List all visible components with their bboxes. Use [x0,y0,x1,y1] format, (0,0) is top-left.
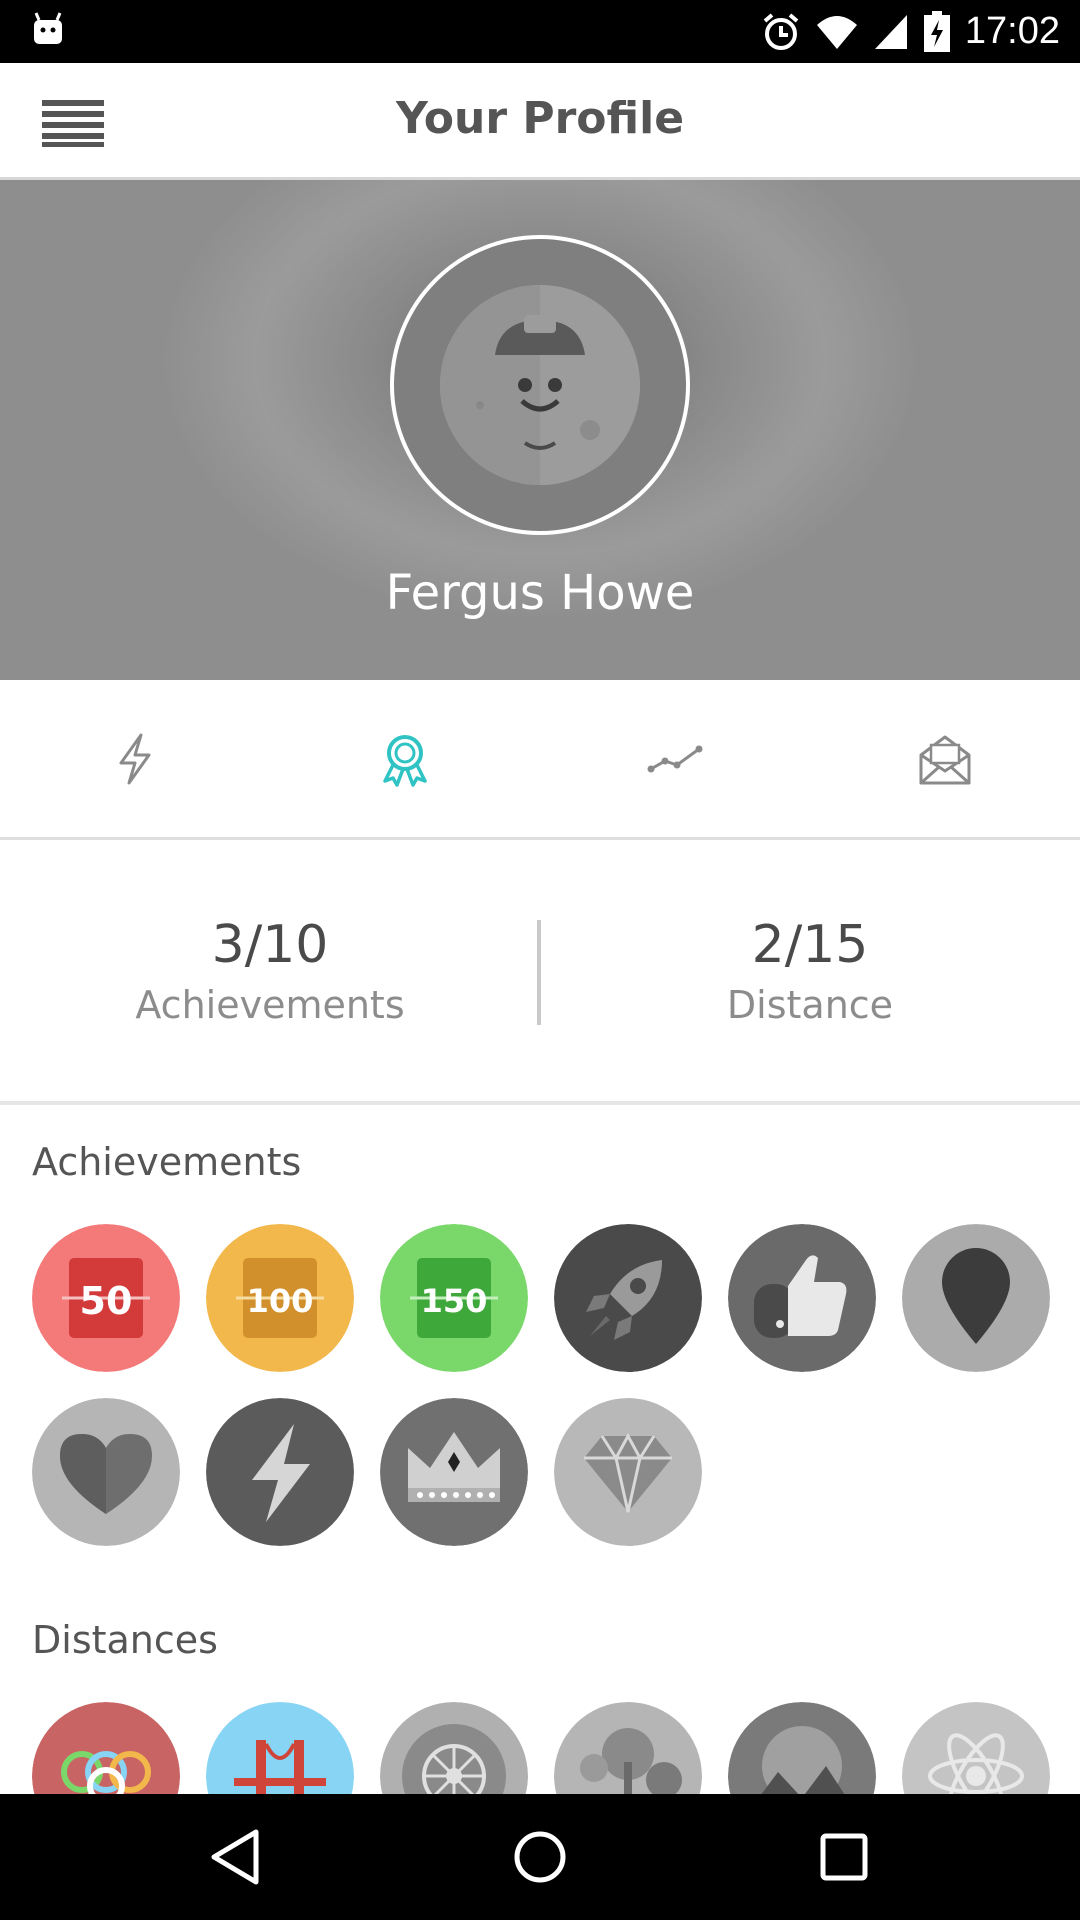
page-title: Your Profile [395,93,685,144]
system-nav-bar [0,1794,1080,1920]
wifi-icon [816,15,857,49]
tab-achievements[interactable] [270,680,540,837]
avatar-ring[interactable] [390,235,690,535]
badge-thumbs-up[interactable] [728,1224,876,1372]
tab-activity[interactable] [0,680,270,837]
app-bar: Your Profile [0,63,1080,180]
badge-steps-150[interactable]: 150 [380,1224,528,1372]
achievements-label: Achievements [135,983,405,1027]
distance-stat[interactable]: 2/15 Distance [540,915,1080,1027]
steps-150-icon: 150 [380,1224,528,1372]
battery-charging-icon [923,10,950,52]
profile-tabs [0,680,1080,840]
avatar-face-icon [440,285,640,485]
clock: 17:02 [964,10,1060,52]
badge-rocket[interactable] [554,1224,702,1372]
profile-name: Fergus Howe [385,565,695,621]
heart-icon [32,1398,180,1546]
status-bar: 17:02 [0,0,1080,63]
lightning-icon [119,733,151,784]
back-icon[interactable] [192,1814,278,1900]
badge-lightning[interactable] [206,1398,354,1546]
achievements-count: 3/10 [211,915,329,975]
achievements-stat[interactable]: 3/10 Achievements [0,915,540,1027]
crown-icon [380,1398,528,1546]
location-pin-icon [902,1224,1050,1372]
thumbs-up-icon [728,1224,876,1372]
stats-summary: 3/10 Achievements 2/15 Distance [0,840,1080,1105]
badge-steps-50[interactable]: 50 [32,1224,180,1372]
svg-text:100: 100 [247,1282,314,1320]
distance-label: Distance [726,983,894,1027]
distances-section-title: Distances [32,1618,218,1662]
avatar [440,285,640,485]
alarm-icon [763,12,799,50]
badge-location[interactable] [902,1224,1050,1372]
signal-icon [874,14,907,49]
lightning-icon [206,1398,354,1546]
badge-steps-100[interactable]: 100 [206,1224,354,1372]
badge-crown[interactable] [380,1398,528,1546]
rocket-icon [554,1224,702,1372]
recents-icon[interactable] [801,1814,887,1900]
home-icon[interactable] [497,1814,583,1900]
open-envelope-icon [919,735,971,784]
tab-stats[interactable] [540,680,810,837]
svg-text:150: 150 [421,1282,488,1320]
steps-100-icon: 100 [206,1224,354,1372]
steps-50-icon: 50 [32,1224,180,1372]
badge-heart[interactable] [32,1398,180,1546]
achievements-section-title: Achievements [32,1140,302,1184]
android-notification-icon [34,12,62,44]
badge-diamond[interactable] [554,1398,702,1546]
trend-line-icon [647,745,703,772]
svg-text:50: 50 [80,1279,133,1323]
distance-count: 2/15 [751,915,869,975]
award-ribbon-icon [383,734,427,787]
tab-messages[interactable] [810,680,1080,837]
profile-header: Fergus Howe [0,180,1080,680]
diamond-icon [554,1398,702,1546]
